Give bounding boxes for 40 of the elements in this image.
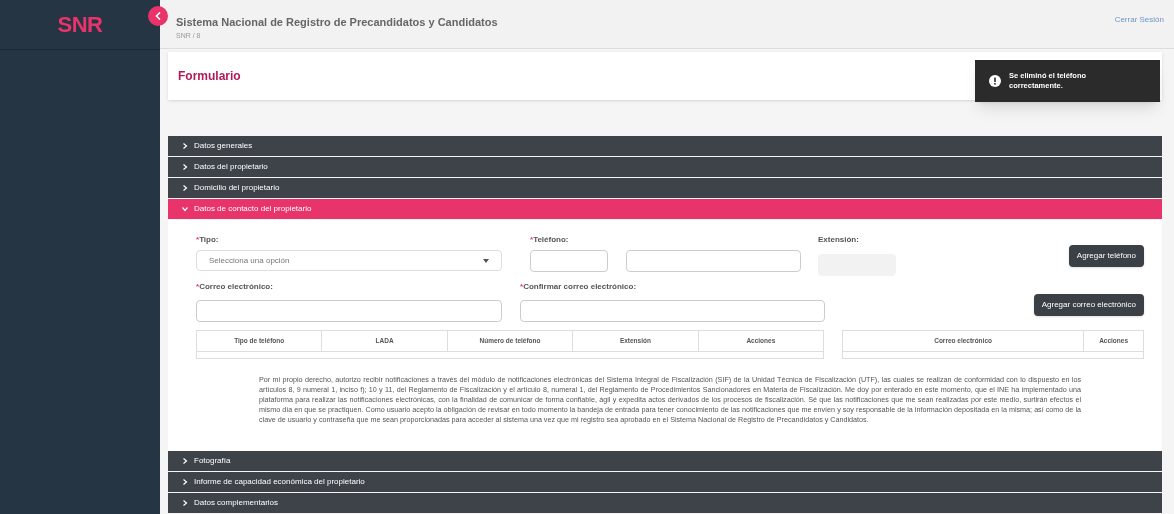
select-field[interactable]: Selecciona una opción [196,250,502,272]
section-title: Fotografía [194,455,231,467]
app-title: Sistema Nacional de Registro de Precandidatos y Candidatos [176,15,498,30]
logo: SNR [57,11,103,39]
chevron-down-icon [182,206,188,213]
input-field[interactable] [626,250,801,273]
section-title: Datos generales [194,140,253,153]
section-title: Informe de capacidad económica del propietario [194,476,365,488]
section-title: Datos complementarios [194,497,279,509]
input-field[interactable] [196,300,502,323]
accordion-header[interactable]: Domicilio del propietario [168,178,1162,199]
chevron-right-icon [182,458,188,464]
alert-icon [989,75,1001,87]
input-field[interactable] [530,250,608,273]
section-title: Domicilio del propietario [194,182,280,195]
chevron-right-icon [182,500,188,506]
accordion-header[interactable]: Datos generales [168,136,1162,157]
section-title: Datos del propietario [194,161,268,174]
accordion-header[interactable]: Fotografía [168,451,1162,471]
field-label: *Confirmar correo electrónico: [520,280,638,293]
field-label: *Correo electrónico: [196,280,274,293]
caret-icon [483,258,489,263]
field-label: *Teléfono: [530,234,570,247]
chevron-right-icon [182,143,188,150]
chevron-right-icon [182,479,188,485]
select-placeholder: Selecciona una opción [209,254,290,267]
field-label: *Tipo: [196,234,220,247]
chevron-left-icon [155,12,161,20]
input-field[interactable] [520,300,825,323]
field-label: Extensión: [818,234,860,247]
page-title: Formulario [178,68,241,86]
chevron-right-icon [182,164,188,171]
accordion-header[interactable]: Informe de capacidad económica del propietario [168,472,1162,492]
add-email-button[interactable]: Agregar correo electrónico [1033,293,1144,316]
add-phone-button[interactable]: Agregar teléfono [1068,245,1144,268]
accordion-header[interactable]: Datos de contacto del propietario [168,199,1162,220]
accordion-header[interactable]: Datos del propietario [168,157,1162,178]
accordion-header[interactable]: Datos complementarios [168,493,1162,513]
section-title: Datos de contacto del propietario [194,203,312,216]
chevron-right-icon [182,185,188,192]
